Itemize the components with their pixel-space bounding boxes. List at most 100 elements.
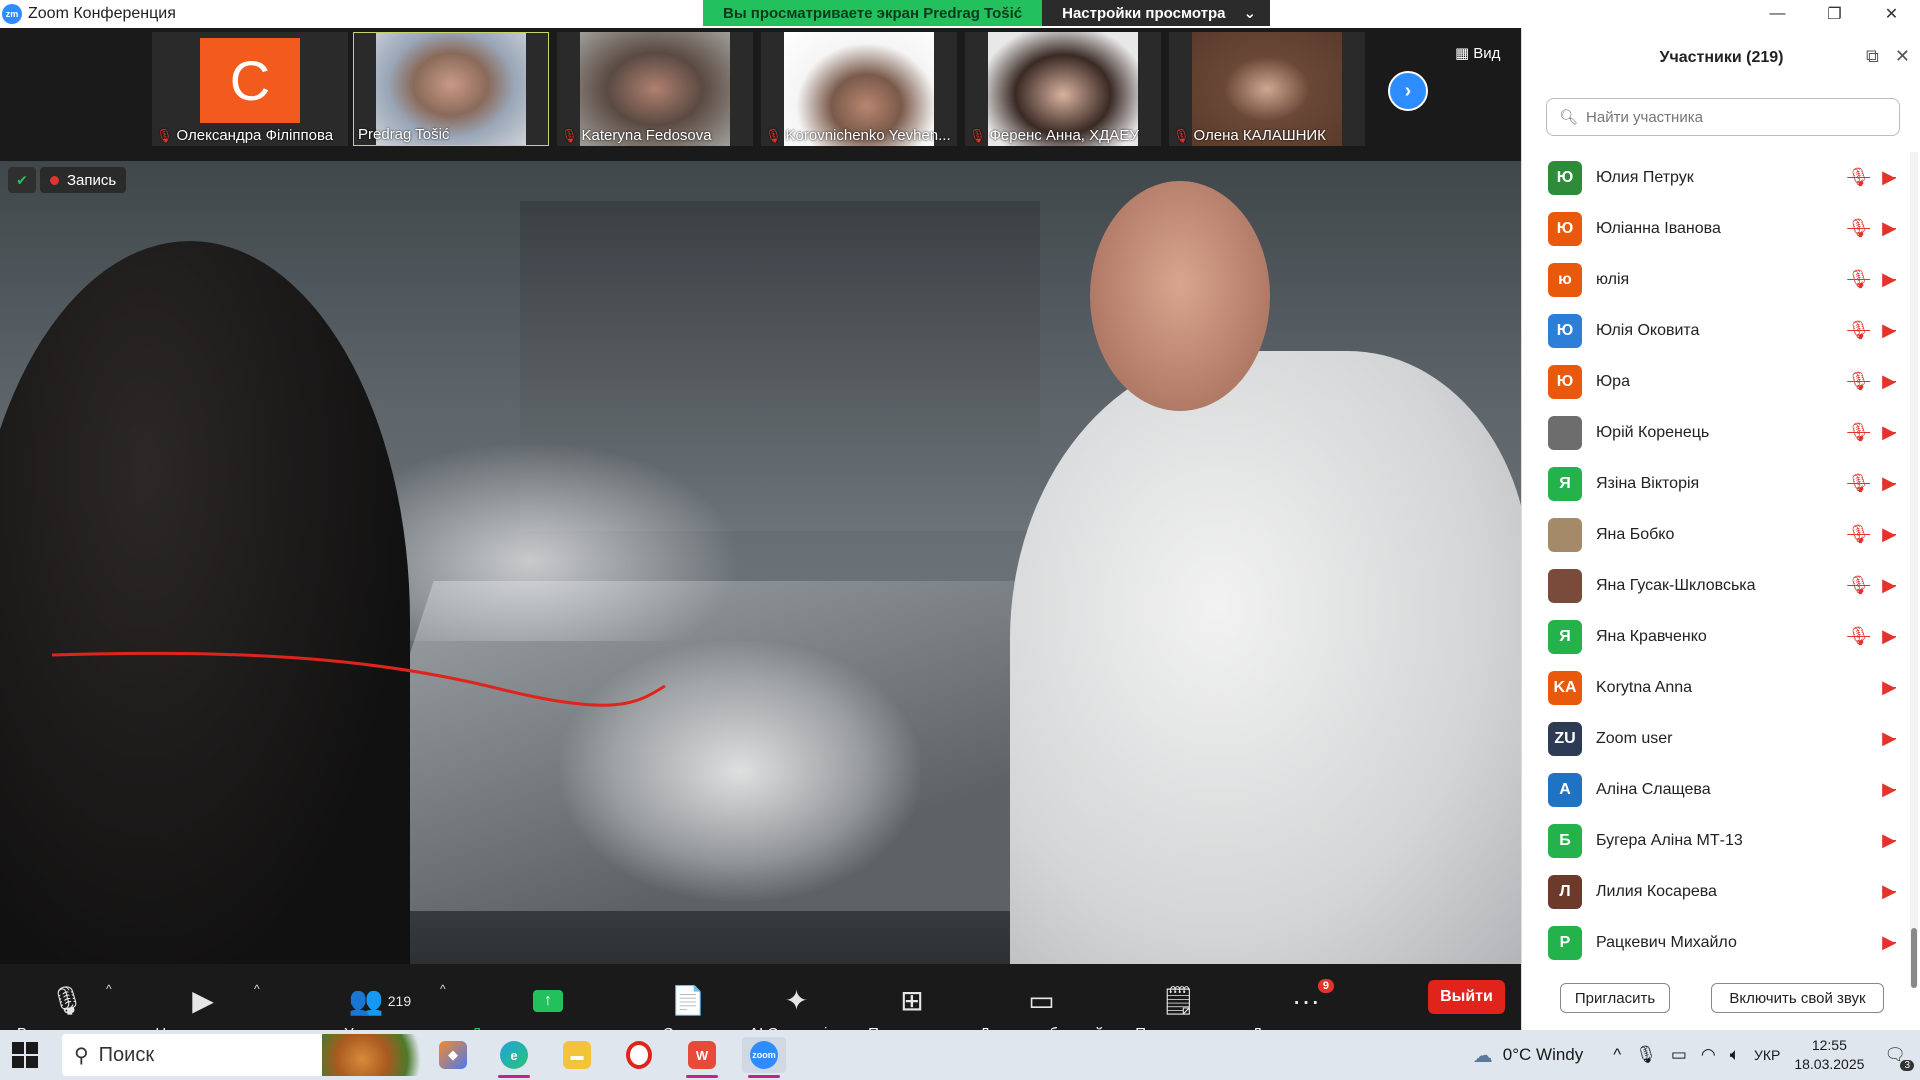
participant-name: Бугера Аліна МТ-13: [1596, 831, 1743, 849]
opera-app[interactable]: [617, 1037, 661, 1073]
video-thumbnail[interactable]: C 🎙︎ Олександра Філіппова: [152, 32, 348, 146]
popout-icon[interactable]: ⧉: [1866, 46, 1879, 67]
input-language[interactable]: УКР: [1754, 1047, 1780, 1063]
participant-row[interactable]: Я Яна Кравченко 🎙︎ ▶︎: [1522, 611, 1906, 662]
participant-status-icons: 🎙︎ ▶︎: [1847, 320, 1896, 341]
participant-row[interactable]: Юрій Коренець 🎙︎ ▶︎: [1522, 407, 1906, 458]
view-settings-button[interactable]: Настройки просмотра ⌄: [1042, 0, 1271, 26]
notifications-icon[interactable]: 🗨︎ 3: [1884, 1045, 1914, 1071]
scrollbar-thumb[interactable]: [1911, 928, 1917, 988]
view-button[interactable]: ▦ Вид: [1455, 44, 1500, 63]
chevron-up-icon[interactable]: ^: [1613, 1045, 1621, 1065]
minimize-button[interactable]: —: [1749, 0, 1806, 28]
explorer-app[interactable]: ▬: [555, 1037, 599, 1073]
participant-row[interactable]: ZU Zoom user ▶︎: [1522, 713, 1906, 764]
mic-muted-icon: 🎙︎: [1173, 127, 1190, 143]
audio-options-caret[interactable]: ^: [106, 982, 112, 996]
video-off-icon: ▶︎: [1882, 575, 1896, 595]
edge-app[interactable]: e: [492, 1037, 536, 1078]
mic-muted-icon: 🎙︎: [156, 127, 173, 143]
video-off-icon: ▶︎: [192, 985, 214, 1016]
leave-button[interactable]: Выйти: [1428, 980, 1505, 1014]
weather-text[interactable]: 0°C Windy: [1503, 1045, 1583, 1065]
mic-muted-icon: 🎙︎: [1847, 575, 1871, 595]
participant-row[interactable]: Ю Юра 🎙︎ ▶︎: [1522, 356, 1906, 407]
video-thumbnail[interactable]: 🎙︎ Korovnichenko Yevhen...: [761, 32, 957, 146]
taskbar-search[interactable]: ⚲ Поиск: [62, 1034, 422, 1076]
participants-options-caret[interactable]: ^: [440, 982, 446, 996]
video-off-icon: ▶︎: [1882, 167, 1896, 187]
close-icon[interactable]: ✕: [1895, 46, 1910, 67]
video-thumbnail-strip: C 🎙︎ Олександра Філіппова Predrag Tošić 🎙…: [0, 28, 1521, 148]
participant-row[interactable]: Ю Юліанна Іванова 🎙︎ ▶︎: [1522, 203, 1906, 254]
thumbnail-name-text: Ференс Анна, ХДАЕУ: [989, 127, 1139, 144]
speaker-icon[interactable]: 🔈︎: [1730, 1045, 1740, 1065]
clock-time: 12:55: [1811, 1037, 1847, 1053]
participant-row[interactable]: KA Korytna Anna ▶︎: [1522, 662, 1906, 713]
participant-row[interactable]: А Аліна Слащева ▶︎: [1522, 764, 1906, 815]
participant-row[interactable]: Я Язіна Вікторія 🎙︎ ▶︎: [1522, 458, 1906, 509]
participant-row[interactable]: Яна Бобко 🎙︎ ▶︎: [1522, 509, 1906, 560]
participant-status-icons: 🎙︎ ▶︎: [1847, 524, 1896, 545]
video-thumbnail-active[interactable]: Predrag Tošić: [353, 32, 549, 146]
participant-status-icons: ▶︎: [1882, 779, 1896, 800]
sparkle-icon: ✦: [784, 985, 809, 1016]
avatar: Ю: [1548, 211, 1582, 246]
zoom-taskbar-app[interactable]: zoom: [742, 1037, 786, 1078]
participant-search[interactable]: 🔍︎: [1546, 98, 1900, 136]
wifi-icon[interactable]: ◠: [1701, 1045, 1716, 1065]
maximize-button[interactable]: ❐: [1806, 0, 1863, 28]
video-off-icon: ▶︎: [1882, 218, 1896, 238]
thumbnail-name: 🎙︎ Олена КАЛАШНИК: [1173, 127, 1326, 144]
participant-row[interactable]: Р Рацкевич Михайло ▶︎: [1522, 917, 1906, 968]
record-dot-icon: [50, 175, 59, 185]
next-page-button[interactable]: ›: [1388, 71, 1428, 111]
participant-row[interactable]: Ю Юлія Оковита 🎙︎ ▶︎: [1522, 305, 1906, 356]
avatar: Ю: [1548, 160, 1582, 195]
participant-row[interactable]: Ю Юлия Петрук 🎙︎ ▶︎: [1522, 152, 1906, 203]
participant-status-icons: ▶︎: [1882, 830, 1896, 851]
participants-icon: 👥 219: [348, 985, 412, 1016]
video-off-icon: ▶︎: [1882, 524, 1896, 544]
video-thumbnail[interactable]: 🎙︎ Олена КАЛАШНИК: [1169, 32, 1365, 146]
system-tray: ☁ 0°C Windy ^ 🎙︎ ▭ ◠ 🔈︎ УКР 12:55 18.03.…: [1473, 1030, 1920, 1080]
battery-icon[interactable]: ▭: [1671, 1045, 1687, 1065]
chevron-right-icon: ›: [1404, 79, 1412, 102]
participant-row[interactable]: ю юлія 🎙︎ ▶︎: [1522, 254, 1906, 305]
participants-count: 219: [387, 992, 412, 1009]
video-thumbnail[interactable]: 🎙︎ Kateryna Fedosova: [557, 32, 753, 146]
participant-search-input[interactable]: [1586, 108, 1887, 126]
wps-app[interactable]: W: [680, 1037, 724, 1078]
video-options-caret[interactable]: ^: [254, 982, 260, 996]
participant-name: Юра: [1596, 372, 1630, 390]
microphone-icon[interactable]: 🎙︎: [1635, 1045, 1657, 1065]
video-thumbnail[interactable]: 🎙︎ Ференс Анна, ХДАЕУ: [965, 32, 1161, 146]
recording-indicator: ✔ Запись: [8, 167, 127, 193]
participant-name: Юліанна Іванова: [1596, 219, 1721, 237]
mic-muted-icon: 🎙︎: [1847, 371, 1871, 391]
participants-panel: Участники (219) ⧉ ✕ 🔍︎ ЮЮлия Петрук🎙︎▶︎Ю…: [1521, 28, 1920, 1030]
participant-status-icons: ▶︎: [1882, 677, 1896, 698]
copilot-app[interactable]: ◆: [431, 1037, 475, 1073]
participant-status-icons: 🎙︎ ▶︎: [1847, 626, 1896, 647]
recording-badge[interactable]: Запись: [40, 167, 127, 193]
more-icon: ··· 9: [1292, 978, 1334, 1021]
participant-row[interactable]: Яна Гусак-Шкловська 🎙︎ ▶︎: [1522, 560, 1906, 611]
thumbnail-name-text: Korovnichenko Yevhen...: [785, 127, 951, 144]
taskbar-clock[interactable]: 12:55 18.03.2025: [1794, 1036, 1864, 1074]
avatar: [1548, 517, 1582, 552]
notes-icon: 🗒︎: [1160, 985, 1197, 1016]
close-window-button[interactable]: ✕: [1863, 0, 1920, 28]
shield-icon[interactable]: ✔: [8, 167, 36, 193]
invite-button[interactable]: Пригласить: [1560, 983, 1670, 1013]
participant-status-icons: 🎙︎ ▶︎: [1847, 218, 1896, 239]
thumbnail-name: 🎙︎ Олександра Філіппова: [156, 127, 333, 144]
participant-row[interactable]: Л Лилия Косарева ▶︎: [1522, 866, 1906, 917]
participant-status-icons: 🎙︎ ▶︎: [1847, 371, 1896, 392]
avatar: KA: [1548, 670, 1582, 705]
windows-start-icon[interactable]: [12, 1042, 38, 1068]
participant-status-icons: ▶︎: [1882, 932, 1896, 953]
participant-list-scrollbar[interactable]: [1910, 152, 1918, 988]
participant-row[interactable]: Б Бугера Аліна МТ-13 ▶︎: [1522, 815, 1906, 866]
unmute-self-button[interactable]: Включить свой звук: [1711, 983, 1884, 1013]
